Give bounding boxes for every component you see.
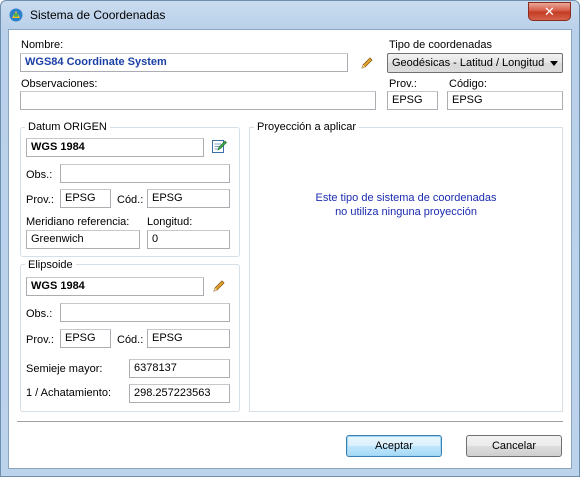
proyeccion-message-line2: no utiliza ninguna proyección xyxy=(335,206,477,218)
tipo-coordenadas-value: Geodésicas - Latitud / Longitud xyxy=(392,57,545,69)
proyeccion-panel xyxy=(249,127,563,412)
datum-cod-field[interactable]: EPSG xyxy=(147,189,230,208)
elipsoide-prov-field[interactable]: EPSG xyxy=(60,329,111,348)
edit-note-icon[interactable] xyxy=(211,138,227,154)
close-button[interactable]: ✕ xyxy=(528,2,571,21)
datum-name-field[interactable]: WGS 1984 xyxy=(26,138,204,157)
codigo-label: Código: xyxy=(449,78,487,90)
longitud-label: Longitud: xyxy=(147,216,193,228)
accept-button[interactable]: Aceptar xyxy=(346,435,442,457)
edit-pencil-icon[interactable] xyxy=(211,278,227,294)
proyeccion-message-line1: Este tipo de sistema de coordenadas xyxy=(315,192,497,204)
elipsoide-obs-label: Obs.: xyxy=(26,308,53,320)
dialog-client: Nombre: WGS84 Coordinate System Tipo de … xyxy=(8,29,572,469)
datum-group-title: Datum ORIGEN xyxy=(25,121,110,133)
elipsoide-prov-label: Prov.: xyxy=(26,334,54,346)
proyeccion-message: Este tipo de sistema de coordenadas no u… xyxy=(249,191,563,219)
codigo-field[interactable]: EPSG xyxy=(447,91,563,110)
datum-prov-field[interactable]: EPSG xyxy=(60,189,111,208)
elipsoide-obs-field[interactable] xyxy=(60,303,230,322)
achatamiento-label: 1 / Achatamiento: xyxy=(26,387,111,399)
elipsoide-group-title: Elipsoide xyxy=(25,259,76,271)
button-separator xyxy=(17,421,563,423)
cancel-button[interactable]: Cancelar xyxy=(466,435,562,457)
prov-label: Prov.: xyxy=(389,78,417,90)
title-bar: Sistema de Coordenadas ✕ xyxy=(1,1,579,29)
app-icon xyxy=(9,8,23,22)
chevron-down-icon xyxy=(550,61,558,66)
elipsoide-cod-label: Cód.: xyxy=(117,334,144,346)
datum-obs-field[interactable] xyxy=(60,164,230,183)
nombre-field[interactable]: WGS84 Coordinate System xyxy=(20,53,348,72)
close-icon: ✕ xyxy=(544,4,555,19)
proyeccion-title: Proyección a aplicar xyxy=(254,121,360,133)
tipo-coordenadas-label: Tipo de coordenadas xyxy=(389,39,492,51)
tipo-coordenadas-select[interactable]: Geodésicas - Latitud / Longitud xyxy=(387,53,563,73)
elipsoide-cod-field[interactable]: EPSG xyxy=(147,329,230,348)
nombre-label: Nombre: xyxy=(21,39,64,51)
datum-prov-label: Prov.: xyxy=(26,194,54,206)
prov-field[interactable]: EPSG xyxy=(387,91,438,110)
observaciones-field[interactable] xyxy=(20,91,376,110)
semieje-label: Semieje mayor: xyxy=(26,363,103,375)
observaciones-label: Observaciones: xyxy=(21,78,98,90)
achatamiento-field[interactable]: 298.257223563 xyxy=(129,384,230,403)
window-title: Sistema de Coordenadas xyxy=(30,8,166,22)
longitud-field[interactable]: 0 xyxy=(147,230,230,249)
datum-cod-label: Cód.: xyxy=(117,194,144,206)
edit-pencil-icon[interactable] xyxy=(359,55,375,71)
meridiano-label: Meridiano referencia: xyxy=(26,216,130,228)
semieje-field[interactable]: 6378137 xyxy=(129,359,230,378)
elipsoide-name-field[interactable]: WGS 1984 xyxy=(26,277,204,296)
meridiano-field[interactable]: Greenwich xyxy=(26,230,140,249)
datum-obs-label: Obs.: xyxy=(26,169,53,181)
dialog-window: Sistema de Coordenadas ✕ Nombre: WGS84 C… xyxy=(0,0,580,477)
